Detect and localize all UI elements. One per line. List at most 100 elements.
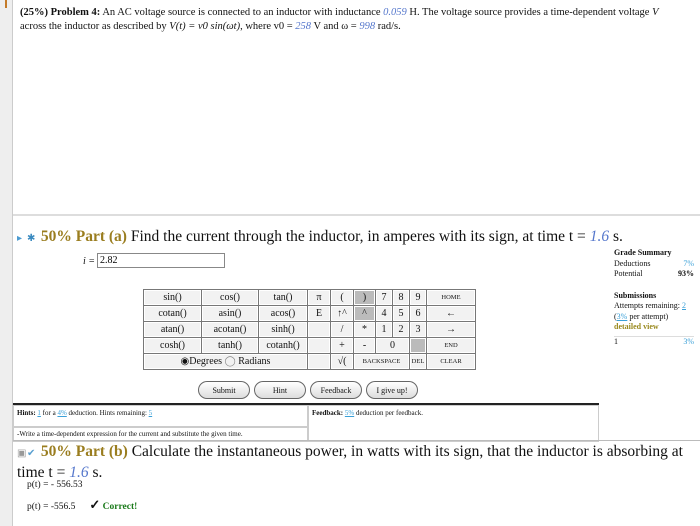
key[interactable] [307,321,331,338]
keypad: sin() cos() tan() π() 7 8 9 HOME cotan() asin() a… [143,289,476,370]
potential: 93% [678,269,694,278]
action-buttons: Submit Hint Feedback I give up! [198,381,418,399]
time-value: 1.6 [69,464,89,481]
key[interactable]: 3 [409,321,427,338]
deductions: 7% [683,258,694,268]
key[interactable]: cotanh() [258,337,308,354]
title: Grade Summary [614,248,672,257]
submit-button[interactable]: Submit [198,381,250,399]
key[interactable]: √( [330,353,354,370]
problem-frame: (25%) Problem 4: An AC voltage source is… [13,0,700,526]
text: An AC voltage source is connected to an … [102,7,381,18]
time-value: 1.6 [589,228,610,245]
key[interactable]: ) [353,289,376,306]
key[interactable]: cos() [201,289,259,306]
divider [13,440,700,441]
key[interactable]: 6 [409,305,427,322]
key[interactable]: 2 [392,321,410,338]
check-icon: ✔ [27,448,36,459]
hints-panel: Hints: 1 for a 4% deduction. Hints remai… [13,403,599,442]
text: H. The voltage source provides a time-de… [409,7,650,18]
hints-count[interactable]: 1 [37,409,41,417]
pct: 5% [344,409,355,417]
detailed-view-link[interactable]: detailed view [614,322,694,333]
part-b-percent: 50% Part (b) [40,443,128,460]
label: Radians [238,356,271,367]
key[interactable]: 9 [409,289,427,306]
checkmark-icon: ✓ [89,497,101,512]
v0-value: 258 [295,21,312,32]
key[interactable]: 5 [392,305,410,322]
key[interactable] [307,337,331,354]
label: Attempts remaining: [614,301,680,310]
key[interactable]: cosh() [143,337,202,354]
remaining: 5 [148,409,153,417]
key[interactable]: END [426,337,476,354]
label: Deductions [614,258,651,268]
key[interactable]: cotan() [143,305,202,322]
degrees-radio[interactable]: ◉ [181,356,190,367]
key[interactable] [409,337,427,354]
key[interactable]: asin() [201,305,259,322]
answer-input[interactable] [97,253,225,268]
key[interactable]: π [307,289,331,306]
left-scroll-strip [0,0,13,526]
key[interactable]: E [307,305,331,322]
text: V [652,7,659,18]
submitted-answer: p(t) = - 556.53 [27,480,83,490]
grade-summary: Grade Summary Deductions 7% Potential 93% … [614,248,694,346]
collapse-box-icon[interactable]: ▣ [17,444,27,463]
key[interactable]: 8 [392,289,410,306]
hint-button[interactable]: Hint [254,381,306,399]
key[interactable]: - [353,337,376,354]
pct: 3% [683,336,694,346]
key[interactable]: 0 [375,337,410,354]
key[interactable]: ( [330,289,354,306]
part-a-heading: ▸ ✱ 50% Part (a) Find the current through… [17,228,623,246]
label: Potential [614,269,643,278]
text: deduction per feedback. [355,409,424,417]
key[interactable]: → [426,321,476,338]
key[interactable]: HOME [426,289,476,306]
give-up-button[interactable]: I give up! [366,381,418,399]
label: per attempt) [629,311,669,321]
problem-statement: (25%) Problem 4: An AC voltage source is… [20,6,690,34]
key[interactable]: atan() [143,321,202,338]
key[interactable]: tan() [258,289,308,306]
label: Correct! [102,502,138,512]
key[interactable]: ↑^ [330,305,354,322]
feedback-button[interactable]: Feedback [310,381,362,399]
key[interactable]: + [330,337,354,354]
expand-arrow-icon[interactable]: ▸ [17,233,27,244]
text: across the inductor as described by [20,21,167,32]
key[interactable]: / [330,321,354,338]
pct: 3% [616,311,628,321]
key[interactable]: acos() [258,305,308,322]
unit: s. [92,464,103,481]
label: Degrees [189,356,223,367]
formula: V(t) = v0 sin(ωt) [169,21,241,32]
title: Submissions [614,290,657,300]
key[interactable]: sin() [143,289,202,306]
key[interactable]: * [353,321,376,338]
key[interactable]: acotan() [201,321,259,338]
part-b-heading: ▣✔ 50% Part (b) Calculate the instantane… [17,442,697,482]
label: Hints: [17,409,36,417]
key-backspace[interactable]: BACKSPACE [353,353,410,370]
text: rad/s. [377,21,401,32]
input-label: i = [83,256,96,267]
key[interactable]: tanh() [201,337,259,354]
key[interactable]: 1 [375,321,393,338]
key[interactable]: sinh() [258,321,308,338]
text: deduction. Hints remaining: [68,409,147,417]
key[interactable]: 4 [375,305,393,322]
key[interactable]: ← [426,305,476,322]
graded-answer: p(t) = -556.5 [27,502,76,512]
key[interactable]: 7 [375,289,393,306]
text: for a [42,409,56,417]
pct: 4% [57,409,67,417]
key-del[interactable]: DEL [409,353,427,370]
key[interactable]: ^ [353,305,376,322]
radians-radio[interactable]: ◯ [225,356,236,367]
key-clear[interactable]: CLEAR [426,353,476,370]
